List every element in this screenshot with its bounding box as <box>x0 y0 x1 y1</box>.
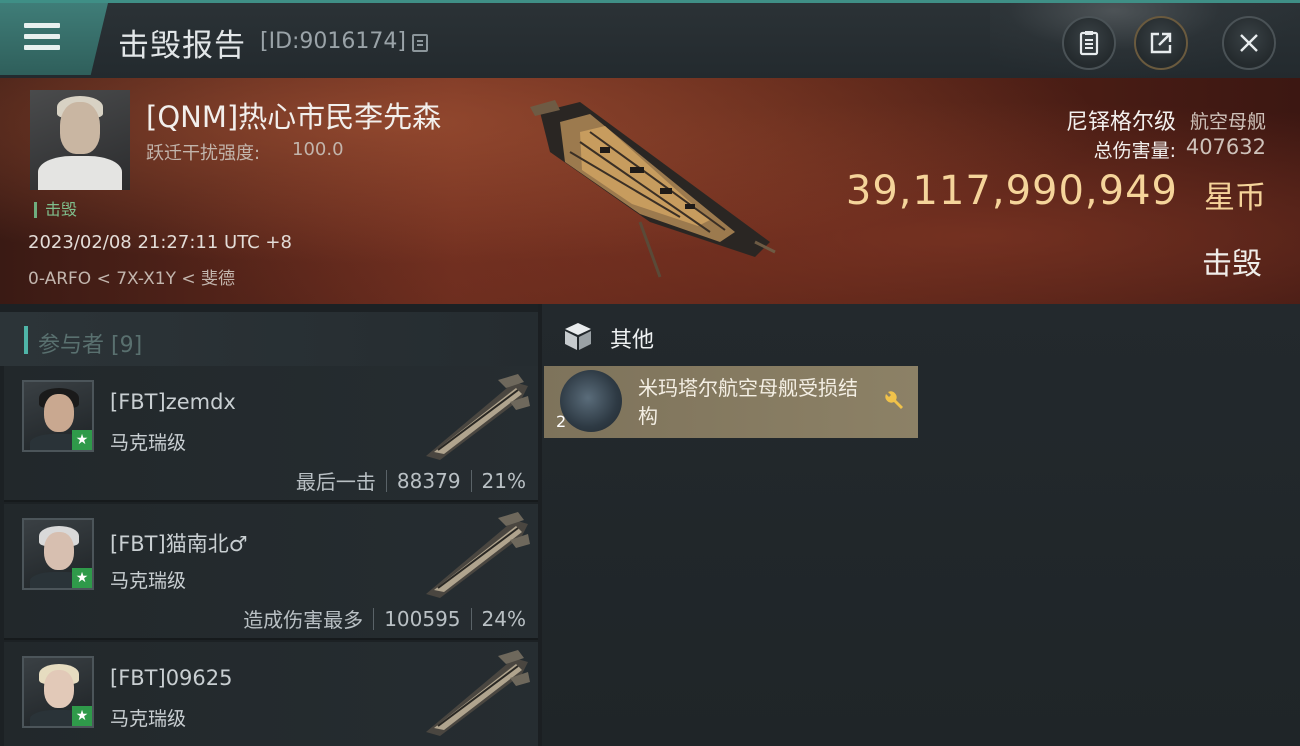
menu-button[interactable] <box>0 3 108 75</box>
total-damage-value: 407632 <box>1185 135 1266 159</box>
clipboard-button[interactable] <box>1062 16 1116 70</box>
participant-ship: 马克瑞级 <box>110 570 187 592</box>
copy-icon[interactable] <box>412 34 428 52</box>
participant-percent: 21% <box>481 468 526 493</box>
item-name: 米玛塔尔航空母舰受损结构 <box>638 376 858 428</box>
victim-ship-image[interactable] <box>520 92 780 292</box>
participant-tag: 最后一击 <box>295 470 376 494</box>
isk-value: 39,117,990,949 <box>845 168 1178 214</box>
participant-tag: 造成伤害最多 <box>243 608 364 632</box>
cube-icon <box>565 323 591 350</box>
victim-banner: [QNM]热心市民李先森 跃迁干扰强度: 100.0 击毁 2023/02/08… <box>0 78 1300 304</box>
participants-count: 参与者 [9] <box>38 333 143 358</box>
participant-row[interactable]: ★ [FBT]猫南北♂ 马克瑞级 造成伤害最多 100595 24% <box>4 504 538 640</box>
victim-ship-type: 航空母舰 <box>1189 111 1266 133</box>
participant-damage: 100595 <box>384 606 461 631</box>
other-header: 其他 <box>542 316 1300 360</box>
participant-ship-image[interactable] <box>418 510 532 600</box>
participant-ship: 马克瑞级 <box>110 708 187 730</box>
dropped-item[interactable]: 2 米玛塔尔航空母舰受损结构 <box>544 366 918 438</box>
participant-name[interactable]: [FBT]09625 <box>110 666 233 690</box>
isk-unit: 星币 <box>1204 180 1266 216</box>
participant-ship: 马克瑞级 <box>110 432 187 454</box>
result-label: 击毁 <box>1202 247 1262 282</box>
victim-portrait[interactable] <box>30 90 130 190</box>
page-title: 击毁报告 <box>118 28 246 64</box>
participant-name[interactable]: [FBT]zemdx <box>110 390 236 414</box>
share-button[interactable] <box>1134 16 1188 70</box>
star-icon: ★ <box>72 568 92 588</box>
warp-strength-value: 100.0 <box>292 139 344 160</box>
other-panel: 其他 2 米玛塔尔航空母舰受损结构 <box>542 304 1300 746</box>
participant-ship-image[interactable] <box>418 372 532 462</box>
participant-stats: 最后一击 88379 21% <box>296 466 526 495</box>
other-title: 其他 <box>610 328 655 353</box>
participant-name[interactable]: [FBT]猫南北♂ <box>110 528 248 558</box>
status-badge: 击毁 <box>34 202 77 218</box>
participant-row[interactable]: ★ [FBT]09625 马克瑞级 <box>4 642 538 746</box>
participant-ship-image[interactable] <box>418 648 532 738</box>
participant-stats: 造成伤害最多 100595 24% <box>243 604 526 633</box>
participant-damage: 88379 <box>396 468 461 493</box>
total-damage-label: 总伤害量: <box>1093 140 1176 162</box>
item-icon <box>560 370 622 432</box>
item-quantity: 2 <box>556 412 567 431</box>
report-id: [ID:9016174] <box>260 29 406 54</box>
top-bar: 击毁报告 [ID:9016174] <box>0 0 1300 81</box>
victim-ship-class[interactable]: 尼铎格尔级 <box>1066 104 1176 136</box>
kill-location[interactable]: 0-ARFO < 7X-X1Y < 斐德 <box>28 264 235 289</box>
close-icon <box>1240 34 1258 52</box>
clipboard-icon <box>1079 31 1099 56</box>
wrench-icon <box>885 391 903 409</box>
share-icon <box>1150 32 1172 54</box>
participant-row[interactable]: ★ [FBT]zemdx 马克瑞级 最后一击 88379 21% <box>4 366 538 502</box>
participant-percent: 24% <box>481 606 526 631</box>
star-icon: ★ <box>72 706 92 726</box>
close-button[interactable] <box>1222 16 1276 70</box>
star-icon: ★ <box>72 430 92 450</box>
hamburger-icon <box>24 23 60 51</box>
warp-strength-label: 跃迁干扰强度: <box>146 143 261 164</box>
kill-datetime: 2023/02/08 21:27:11 UTC +8 <box>28 232 292 253</box>
victim-name[interactable]: [QNM]热心市民李先森 <box>146 94 441 136</box>
participants-panel: 参与者 [9] ★ [FBT]zemdx 马克瑞级 最后一击 88379 21% <box>0 304 538 746</box>
participants-header: 参与者 [9] <box>0 312 538 366</box>
